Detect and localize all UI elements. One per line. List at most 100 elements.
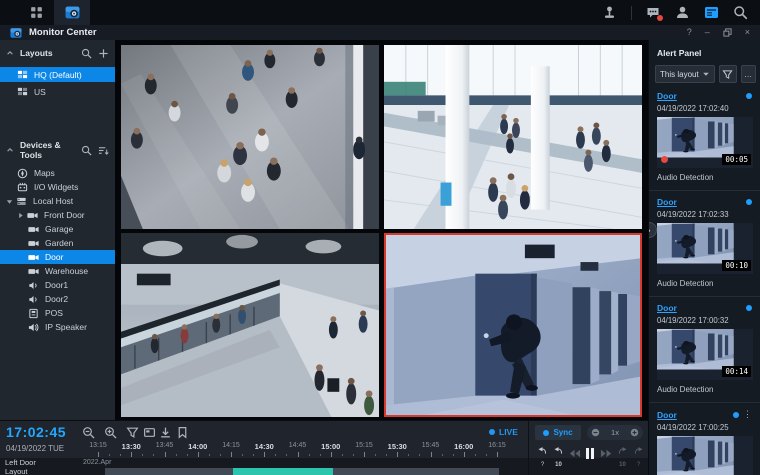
restore-button[interactable]	[723, 28, 732, 37]
sidebar-item-maps[interactable]: Maps	[0, 166, 115, 180]
alert-thumbnail[interactable]: 00:14	[657, 329, 753, 380]
alert-event-type: Audio Detection	[657, 385, 752, 394]
sidebar-item-pos[interactable]: POS	[0, 306, 115, 320]
layout-label: US	[34, 87, 46, 97]
sidebar-item-io-widgets[interactable]: I/O Widgets	[0, 180, 115, 194]
device-label: Garage	[45, 224, 73, 234]
sidebar-item-front-door[interactable]: Front Door	[0, 208, 115, 222]
sidebar-item-garden[interactable]: Garden	[0, 236, 115, 250]
sidebar-item-layout-hq[interactable]: HQ (Default)	[0, 67, 115, 82]
previous-event-button[interactable]: ?	[536, 445, 549, 462]
alert-timestamp: 04/19/2022 17:02:33	[657, 210, 752, 219]
sidebar-item-door1[interactable]: Door1	[0, 278, 115, 292]
layout-icon	[17, 86, 28, 97]
layouts-search-icon[interactable]	[81, 48, 92, 59]
next-event-button[interactable]: ?	[632, 445, 645, 462]
snapshot-icon[interactable]	[143, 426, 156, 439]
search-icon[interactable]	[733, 5, 748, 20]
notifications-icon[interactable]	[646, 5, 661, 20]
joystick-icon[interactable]	[602, 5, 617, 20]
alert-panel-title: Alert Panel	[649, 40, 760, 58]
ruler-tick-label: 16:00	[454, 442, 473, 451]
collapse-layouts-icon[interactable]	[6, 49, 14, 57]
alert-event-type: Audio Detection	[657, 173, 752, 182]
playback-controls: Sync 1x ? 10 10	[528, 421, 648, 475]
alert-item: Door 04/19/2022 17:02:33 00:10 Audio Det…	[649, 190, 760, 288]
alert-filter-button[interactable]	[719, 65, 738, 83]
apps-grid-icon	[29, 5, 44, 20]
ruler-tick-label: 14:00	[188, 442, 207, 451]
alert-thumbnail[interactable]	[657, 436, 753, 475]
devices-search-icon[interactable]	[81, 145, 92, 156]
sidebar-item-door2[interactable]: Door2	[0, 292, 115, 306]
expand-down-icon[interactable]	[6, 198, 13, 205]
speed-increase-icon[interactable]	[630, 428, 639, 437]
tab-applications[interactable]	[18, 0, 54, 25]
speed-decrease-icon[interactable]	[591, 428, 600, 437]
camera-tile-overhead-lobby[interactable]	[121, 45, 379, 229]
add-layout-icon[interactable]	[98, 48, 109, 59]
previous-frame-button[interactable]	[568, 447, 581, 460]
timeline-filter-icon[interactable]	[126, 426, 139, 439]
server-icon	[16, 196, 27, 207]
next-frame-button[interactable]	[600, 447, 613, 460]
pause-button[interactable]	[584, 446, 596, 461]
clip-duration: 00:10	[722, 260, 751, 271]
alert-thumbnail[interactable]: 00:05	[657, 117, 753, 168]
sidebar-item-warehouse[interactable]: Warehouse	[0, 264, 115, 278]
camera-tile-escalator[interactable]	[121, 233, 379, 417]
camera-feed-image	[121, 233, 379, 417]
alert-camera-link[interactable]: Door	[657, 410, 733, 420]
export-icon[interactable]	[159, 426, 172, 439]
sidebar: Layouts HQ (Default) US Devices & Tools …	[0, 40, 115, 420]
timeline-zoom-in-icon[interactable]	[104, 426, 117, 439]
alert-scope-dropdown[interactable]: This layout	[655, 65, 715, 83]
sidebar-item-garage[interactable]: Garage	[0, 222, 115, 236]
sidebar-item-local-host[interactable]: Local Host	[0, 194, 115, 208]
widgets-panel-icon[interactable]	[704, 5, 719, 20]
live-label: LIVE	[499, 427, 518, 437]
timeline-zoom-out-icon[interactable]	[82, 426, 95, 439]
unread-dot	[746, 93, 752, 99]
alert-more-button[interactable]: …	[741, 65, 756, 83]
ruler-tick-label: 13:30	[122, 442, 141, 451]
collapse-devices-icon[interactable]	[6, 146, 14, 154]
devices-sort-icon[interactable]	[98, 145, 109, 156]
alert-camera-link[interactable]: Door	[657, 91, 746, 101]
minimize-button[interactable]: –	[705, 28, 710, 37]
sidebar-item-layout-us[interactable]: US	[0, 84, 115, 99]
help-button[interactable]: ?	[687, 28, 692, 37]
alert-camera-link[interactable]: Door	[657, 303, 746, 313]
bookmark-icon[interactable]	[176, 426, 189, 439]
camera-tile-door[interactable]	[384, 233, 642, 417]
clip-duration: 00:14	[722, 366, 751, 377]
camera-feed-image	[121, 45, 379, 229]
user-icon[interactable]	[675, 5, 690, 20]
expand-right-icon[interactable]	[17, 212, 24, 219]
sidebar-spacer	[0, 99, 115, 137]
device-label: Door1	[45, 280, 68, 290]
camera-tile-lobby[interactable]	[384, 45, 642, 229]
alert-menu-icon[interactable]: ⋮	[743, 409, 752, 420]
speaker-icon	[28, 322, 39, 333]
ruler-tick-label: 13:15	[89, 442, 107, 449]
sidebar-item-door[interactable]: Door	[0, 250, 115, 264]
ruler-tick-label: 15:00	[321, 442, 340, 451]
alert-panel: › Alert Panel This layout … Door 04/19/2…	[648, 40, 760, 475]
monitor-center-title-icon	[10, 27, 22, 39]
live-dot	[489, 429, 495, 435]
ruler-tick-label: 15:45	[422, 442, 440, 449]
forward-10s-button[interactable]: 10	[616, 445, 629, 462]
sync-toggle[interactable]: Sync	[535, 425, 581, 440]
video-grid	[115, 40, 648, 420]
alert-thumbnail-image	[657, 436, 753, 475]
window-title: Monitor Center	[29, 27, 97, 38]
close-button[interactable]: ×	[745, 28, 750, 37]
sidebar-item-ip-speaker[interactable]: IP Speaker	[0, 320, 115, 334]
alert-camera-link[interactable]: Door	[657, 197, 746, 207]
alert-event-type: Audio Detection	[657, 279, 752, 288]
alert-thumbnail[interactable]: 00:10	[657, 223, 753, 274]
tab-monitor-center[interactable]	[54, 0, 90, 25]
recording-segment[interactable]	[233, 468, 333, 475]
rewind-10s-button[interactable]: 10	[552, 445, 565, 462]
